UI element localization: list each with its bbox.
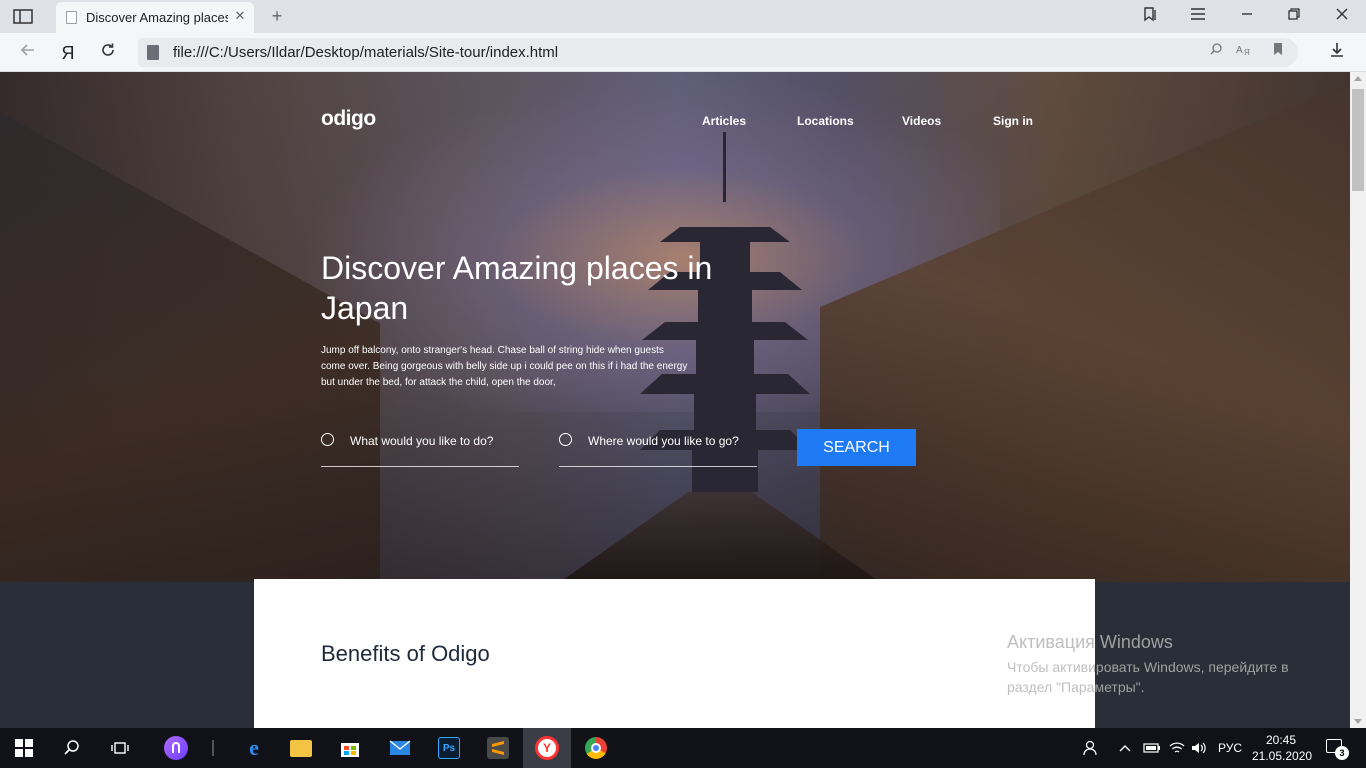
people-icon[interactable] <box>1082 728 1100 768</box>
alice-assistant-icon[interactable] <box>152 728 200 768</box>
screen: Discover Amazing places in Japan ✕ + Я <box>0 0 1366 768</box>
url-text: file:///C:/Users/Ildar/Desktop/materials… <box>173 44 559 61</box>
translate-icon[interactable]: AЯ <box>1234 42 1254 62</box>
task-view-icon[interactable] <box>96 728 144 768</box>
minimize-icon[interactable] <box>1235 6 1259 26</box>
wifi-icon[interactable] <box>1169 728 1185 768</box>
restore-icon[interactable] <box>1282 6 1306 26</box>
search-page-icon[interactable] <box>1206 42 1226 62</box>
close-window-icon[interactable] <box>1330 6 1354 26</box>
page-favicon-icon <box>66 11 77 24</box>
search-button[interactable]: SEARCH <box>797 429 916 466</box>
activity-radio-icon[interactable] <box>321 433 334 446</box>
file-icon <box>147 45 159 60</box>
action-center-icon[interactable]: 3 <box>1322 736 1350 760</box>
volume-icon[interactable] <box>1191 728 1207 768</box>
hero-title: Discover Amazing places in Japan <box>321 250 713 326</box>
yandex-logo-icon[interactable]: Я <box>57 42 79 64</box>
reload-icon[interactable] <box>97 42 119 64</box>
page-viewport: odigo Articles Locations Videos Sign in … <box>0 72 1350 728</box>
hero-description: Jump off balcony, onto stranger's head. … <box>321 345 688 388</box>
nav-link-articles[interactable]: Articles <box>702 114 746 128</box>
download-icon[interactable] <box>1326 42 1348 64</box>
store-icon[interactable] <box>326 728 374 768</box>
search-icon[interactable] <box>48 728 96 768</box>
svg-text:Я: Я <box>1244 48 1250 56</box>
mail-icon[interactable] <box>376 728 424 768</box>
benefits-section: Benefits of Odigo <box>254 579 1095 728</box>
site-logo[interactable]: odigo <box>321 107 376 131</box>
location-input[interactable]: Where would you like to go? <box>559 427 757 467</box>
tab-close-icon[interactable]: ✕ <box>232 8 248 24</box>
input-language[interactable]: РУС <box>1218 728 1242 768</box>
taskbar: e Ps Y РУС 20:45 21.05.2020 3 <box>0 728 1366 768</box>
activation-line-1: Чтобы активировать Windows, перейдите в <box>1007 659 1289 675</box>
nav-link-videos[interactable]: Videos <box>902 114 941 128</box>
activity-input-label: What would you like to do? <box>350 434 494 448</box>
sublime-text-icon[interactable] <box>474 728 522 768</box>
chrome-icon[interactable] <box>572 728 620 768</box>
clock[interactable]: 20:45 21.05.2020 <box>1252 732 1313 764</box>
tray-chevron-up-icon[interactable] <box>1118 728 1132 768</box>
notification-count: 3 <box>1335 746 1349 760</box>
location-input-label: Where would you like to go? <box>588 434 739 448</box>
address-bar: Я file:///C:/Users/Ildar/Desktop/materia… <box>0 33 1366 72</box>
tab-title: Discover Amazing places in Japan <box>86 10 228 25</box>
taskbar-divider <box>212 740 214 756</box>
edge-icon[interactable]: e <box>230 728 278 768</box>
new-tab-icon[interactable]: + <box>266 5 288 27</box>
start-button[interactable] <box>0 728 48 768</box>
yandex-browser-taskbar-icon[interactable]: Y <box>523 728 571 768</box>
page-scrollbar[interactable] <box>1350 72 1366 728</box>
nav-link-sign-in[interactable]: Sign in <box>993 114 1033 128</box>
tab-bar: Discover Amazing places in Japan ✕ + <box>0 0 1366 33</box>
bookmarks-icon[interactable] <box>1138 6 1162 26</box>
windows-logo-icon <box>15 739 33 757</box>
activation-line-2: раздел "Параметры". <box>1007 679 1145 695</box>
activation-title: Активация Windows <box>1007 632 1173 652</box>
photoshop-icon[interactable]: Ps <box>425 728 473 768</box>
file-explorer-icon[interactable] <box>277 728 325 768</box>
bookmark-icon[interactable] <box>1268 42 1288 62</box>
svg-text:A: A <box>1236 45 1243 56</box>
benefits-heading: Benefits of Odigo <box>321 641 490 666</box>
back-icon[interactable] <box>17 42 39 64</box>
clock-time: 20:45 <box>1265 733 1297 747</box>
url-field[interactable]: file:///C:/Users/Ildar/Desktop/materials… <box>138 38 1298 67</box>
battery-icon[interactable] <box>1143 728 1161 768</box>
scroll-down-icon[interactable] <box>1354 719 1362 724</box>
sidebar-toggle-icon[interactable] <box>13 9 33 24</box>
activity-input[interactable]: What would you like to do? <box>321 427 519 467</box>
browser-tab[interactable]: Discover Amazing places in Japan ✕ <box>56 2 254 33</box>
scrollbar-thumb[interactable] <box>1352 89 1364 191</box>
location-radio-icon[interactable] <box>559 433 572 446</box>
scroll-up-icon[interactable] <box>1354 76 1362 81</box>
clock-date: 21.05.2020 <box>1252 749 1313 763</box>
nav-link-locations[interactable]: Locations <box>797 114 854 128</box>
menu-icon[interactable] <box>1186 6 1210 26</box>
hero-section: odigo Articles Locations Videos Sign in … <box>0 72 1350 582</box>
windows-activation-watermark: Активация Windows Чтобы активировать Win… <box>1007 632 1289 697</box>
